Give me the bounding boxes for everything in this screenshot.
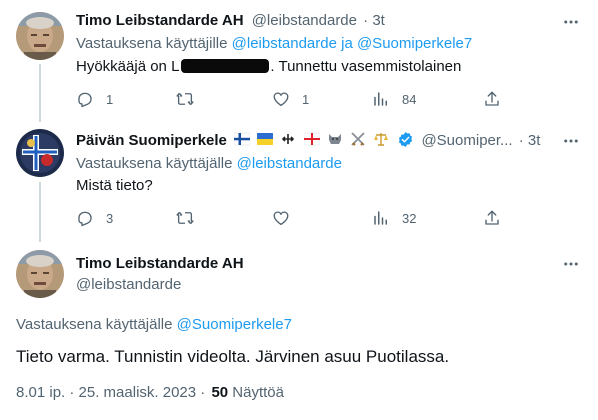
views-label: Näyttöä [232,384,284,401]
tweet-text-before: Hyökkääjä on [76,58,172,75]
more-horizontal-icon [564,139,578,143]
heart-icon [273,92,289,107]
avatar[interactable] [16,129,64,177]
share-icon [485,91,499,106]
tweet-header: Timo Leibstandarde AH @leibstandarde · 3… [76,11,385,31]
avatar[interactable] [16,250,64,298]
heart-icon [273,211,289,226]
avatar-portrait-image [16,12,64,60]
reply-count: 3 [106,210,114,226]
views-icon [374,92,387,106]
tweet-text: Mistä tieto? [76,177,153,194]
tweet-timestamp[interactable]: 8.01 ip. · 25. maalisk. 2023 · [16,384,205,401]
thread-line [39,182,41,242]
tweet-meta: 8.01 ip. · 25. maalisk. 2023 · 50 Näyttö… [16,383,284,403]
avatar[interactable] [16,12,64,60]
author-name[interactable]: Päivän Suomiperkele [76,132,227,149]
author-name-row: Timo Leibstandarde AH [76,254,244,274]
views-count: 50 [211,384,229,401]
retweet-icon [176,92,194,106]
reply-to-link[interactable]: @leibstandarde [237,155,342,172]
avatar-logo-image [16,129,64,177]
scales-emoji [374,133,389,146]
author-handle[interactable]: @leibstandarde [252,12,357,29]
ukraine-flag-emoji [257,133,274,145]
views-button[interactable]: 84 [372,89,416,109]
more-button[interactable] [561,12,581,32]
verified-badge-icon[interactable] [397,131,414,148]
author-handle[interactable]: @Suomiper... [421,132,512,149]
tweet-header: Päivän Suomiperkele @Suomiper... · 3t [76,131,540,151]
reply-context: Vastauksena käyttäjille @leibstandarde j… [76,34,472,54]
tweet-time[interactable]: · 3t [519,132,541,149]
author-handle-row: @leibstandarde [76,275,181,295]
reply-count: 1 [106,91,114,107]
retweet-button[interactable] [176,89,206,109]
retweet-button[interactable] [176,208,206,228]
georgia-flag-emoji [303,132,320,146]
retweet-icon [176,211,194,225]
wolf-emoji [328,134,341,144]
author-handle[interactable]: @leibstandarde [76,276,181,293]
crossed-swords-emoji [351,132,365,146]
more-button[interactable] [561,254,581,274]
tweet-time[interactable]: · 3t [363,12,385,29]
tweet-text: Tieto varma. Tunnistin videolta. Järvine… [16,347,450,366]
author-name[interactable]: Timo Leibstandarde AH [76,12,244,29]
reply-prefix: Vastauksena käyttäjille [76,35,228,52]
reply-context: Vastauksena käyttäjälle @Suomiperkele7 [16,315,292,335]
reply-button[interactable]: 1 [76,89,113,109]
share-button[interactable] [483,89,501,109]
author-name[interactable]: Timo Leibstandarde AH [76,255,244,272]
cross-emoji [282,134,295,144]
reply-icon [78,211,92,227]
views-icon [374,211,387,225]
like-button[interactable]: 1 [272,89,309,109]
like-count: 1 [302,91,310,107]
reply-to-link[interactable]: @Suomiperkele7 [177,316,292,333]
reply-prefix: Vastauksena käyttäjälle [76,155,233,172]
more-horizontal-icon [564,20,578,24]
avatar-portrait-image [16,250,64,298]
reply-prefix: Vastauksena käyttäjälle [16,316,173,333]
redaction-block [181,59,270,73]
share-icon [485,210,499,225]
more-horizontal-icon [564,262,578,266]
tweet-text-after: . Tunnettu vasemmistolainen [270,58,462,75]
reply-context: Vastauksena käyttäjälle @leibstandarde [76,154,342,174]
views-count: 84 [402,91,417,107]
tweet-actions: 3 32 [76,208,499,228]
views-count: 32 [402,210,417,226]
like-button[interactable] [272,208,302,228]
reply-icon [78,92,92,108]
redacted-text: L [171,58,180,75]
views-button[interactable]: 32 [372,208,416,228]
tweet-actions: 1 1 84 [76,89,499,109]
more-button[interactable] [561,131,581,151]
tweet-text: Hyökkääjä on L . Tunnettu vasemmistolaine… [76,57,461,77]
reply-button[interactable]: 3 [76,208,113,228]
thread-line [39,64,41,122]
share-button[interactable] [483,208,501,228]
reply-to-link[interactable]: @leibstandarde ja @Suomiperkele7 [232,35,473,52]
finland-flag-emoji [234,132,251,146]
